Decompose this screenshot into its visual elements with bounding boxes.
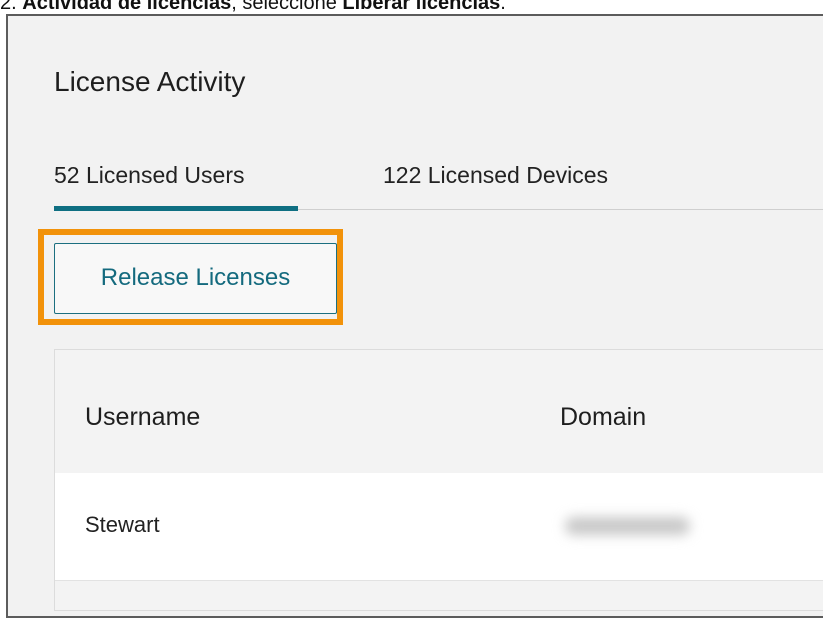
column-header-domain: Domain — [560, 403, 647, 431]
caption-prefix: 2. — [0, 0, 23, 13]
tab-licensed-devices[interactable]: 122 Licensed Devices — [383, 162, 608, 189]
instruction-caption: 2. Actividad de licencias, seleccione Li… — [0, 0, 506, 13]
page-title: License Activity — [54, 66, 246, 97]
caption-suffix: . — [500, 0, 506, 13]
active-tab-indicator — [54, 206, 298, 211]
caption-bold-release: Liberar licencias — [342, 0, 501, 13]
license-activity-panel: License Activity 52 Licensed Users 122 L… — [6, 14, 823, 618]
column-header-username: Username — [85, 403, 201, 431]
tab-licensed-users[interactable]: 52 Licensed Users — [54, 162, 245, 189]
caption-bold-activity: Actividad de licencias — [22, 0, 232, 13]
table-row[interactable]: Stewart redacted — [55, 473, 823, 581]
licensed-users-table: Username Domain Stewart redacted — [54, 349, 823, 611]
cell-username: Stewart — [85, 512, 160, 537]
caption-middle: , seleccione — [231, 0, 343, 13]
highlight-box — [38, 229, 343, 325]
cell-domain-blurred: redacted — [565, 517, 690, 535]
